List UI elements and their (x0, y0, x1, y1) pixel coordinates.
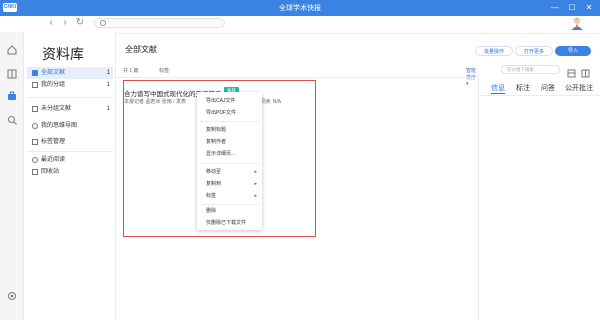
menu-item-show-details[interactable]: 显示详细页... (197, 149, 262, 159)
document-icon (32, 70, 38, 76)
menu-item-copy-author[interactable]: 复制作者 (197, 137, 262, 147)
sidebar-item-recent[interactable]: 最近阅读 (27, 154, 113, 166)
document-count: 共 1 篇 (123, 68, 139, 74)
tab-divider (479, 95, 600, 96)
chevron-right-icon: ▸ (254, 181, 257, 187)
sidebar-item-my-groups[interactable]: 我的分组 1 (27, 79, 113, 91)
app-logo: CNKI (3, 3, 17, 12)
sidebar-title: 资料库 (42, 46, 84, 62)
menu-item-delete[interactable]: 删除 (197, 206, 262, 216)
tab-public-comments[interactable]: 公开批注 (565, 83, 593, 93)
sidebar-item-ungrouped[interactable]: 未分组文献 1 (27, 103, 113, 115)
menu-divider (200, 163, 259, 164)
sidebar-item-count: 1 (106, 70, 110, 76)
mindmap-icon (32, 123, 38, 129)
global-search-input[interactable] (94, 18, 225, 28)
tag-filter-label: 标签: (159, 68, 171, 74)
menu-item-label: 复制作者 (206, 139, 227, 145)
sidebar-item-label: 未分组文献 (41, 106, 72, 112)
sidebar-item-all-documents[interactable]: 全部文献 1 (27, 67, 113, 79)
sidebar-item-label: 标签管理 (41, 139, 66, 145)
tab-annotations[interactable]: 标注 (516, 83, 530, 93)
active-tab-indicator (491, 93, 505, 94)
menu-item-label: 复制到 (206, 181, 222, 187)
context-menu: 导出CAJ文件 导出PDF文件 复制标题 复制作者 显示详细页... 移动至 ▸ … (197, 92, 262, 230)
menu-divider (200, 121, 259, 122)
search-icon[interactable] (6, 114, 18, 126)
menu-item-delete-downloaded[interactable]: 仅删除已下载文件 (197, 218, 262, 228)
menu-item-label: 导出PDF文件 (206, 110, 237, 116)
window-title: 全球学术快报 (279, 5, 321, 12)
sidebar-item-label: 我的分组 (41, 82, 66, 88)
top-toolbar (0, 16, 600, 32)
sidebar-item-count: 1 (106, 106, 110, 112)
settings-icon[interactable] (6, 290, 18, 302)
menu-item-label: 复制标题 (206, 127, 227, 133)
info-panel: 信息 标注 问答 公开批注 (478, 78, 600, 320)
page-title: 全部文献 (125, 45, 157, 54)
import-button[interactable]: 导入 (555, 46, 591, 56)
folder-icon (32, 106, 38, 112)
home-icon[interactable] (6, 44, 18, 56)
menu-item-copy-title[interactable]: 复制标题 (197, 125, 262, 135)
sidebar-item-mind-maps[interactable]: 我的思维导图 (27, 120, 113, 132)
open-more-label: 打开更多 (523, 49, 544, 55)
maximize-button[interactable]: ☐ (566, 1, 578, 14)
refresh-button[interactable]: ↻ (75, 17, 85, 29)
menu-item-label: 删除 (206, 208, 217, 214)
list-header-divider (116, 77, 478, 78)
back-button[interactable]: ‹ (46, 17, 56, 29)
grid-view-icon[interactable] (581, 65, 590, 78)
import-label: 导入 (567, 48, 578, 54)
menu-divider (200, 204, 259, 205)
group-search-input[interactable]: 在分组下搜索 (501, 65, 560, 74)
menu-item-tags[interactable]: 标签 ▸ (197, 191, 262, 201)
sidebar-divider (27, 151, 113, 152)
sidebar-item-count: 1 (106, 82, 110, 88)
tab-info[interactable]: 信息 (491, 83, 505, 93)
sidebar-divider (27, 97, 113, 98)
open-more-button[interactable]: 打开更多 (515, 46, 553, 56)
tag-icon (32, 139, 38, 145)
menu-item-label: 仅删除已下载文件 (206, 220, 247, 226)
menu-item-export-caj[interactable]: 导出CAJ文件 (197, 96, 262, 106)
menu-item-move-to[interactable]: 移动至 ▸ (197, 167, 262, 177)
sidebar-item-label: 最近阅读 (41, 157, 66, 163)
folder-icon (32, 82, 38, 88)
sidebar-item-trash[interactable]: 回收站 (27, 166, 113, 178)
menu-item-label: 标签 (206, 193, 217, 199)
book-icon[interactable] (6, 68, 18, 80)
close-button[interactable]: ✕ (583, 1, 595, 14)
menu-item-export-pdf[interactable]: 导出PDF文件 (197, 108, 262, 118)
briefcase-icon[interactable] (6, 90, 18, 102)
menu-item-label: 显示详细页... (206, 151, 236, 157)
sidebar-item-label: 回收站 (41, 169, 60, 175)
avatar[interactable] (571, 17, 583, 30)
chevron-right-icon: ▸ (254, 169, 257, 175)
sidebar-item-label: 我的思维导图 (41, 123, 78, 129)
forward-button[interactable]: › (60, 17, 70, 29)
clock-icon (32, 157, 38, 163)
library-sidebar: 资料库 全部文献 1 我的分组 1 未分组文献 1 我的思维导图 标签管理 最近… (24, 32, 116, 320)
search-icon (100, 20, 106, 26)
title-bar: CNKI 全球学术快报 — ☐ ✕ (0, 0, 600, 16)
sidebar-item-tag-management[interactable]: 标签管理 (27, 136, 113, 148)
menu-item-copy-to[interactable]: 复制到 ▸ (197, 179, 262, 189)
left-rail (0, 32, 24, 320)
batch-operation-label: 批量操作 (483, 49, 504, 55)
tab-qa[interactable]: 问答 (541, 83, 555, 93)
list-view-icon[interactable] (567, 65, 576, 78)
trash-icon (32, 169, 38, 175)
menu-item-label: 导出CAJ文件 (206, 98, 236, 104)
batch-operation-button[interactable]: 批量操作 (475, 46, 513, 56)
minimize-button[interactable]: — (549, 1, 561, 14)
menu-item-label: 移动至 (206, 169, 222, 175)
chevron-right-icon: ▸ (254, 193, 257, 199)
sidebar-item-label: 全部文献 (41, 70, 66, 76)
